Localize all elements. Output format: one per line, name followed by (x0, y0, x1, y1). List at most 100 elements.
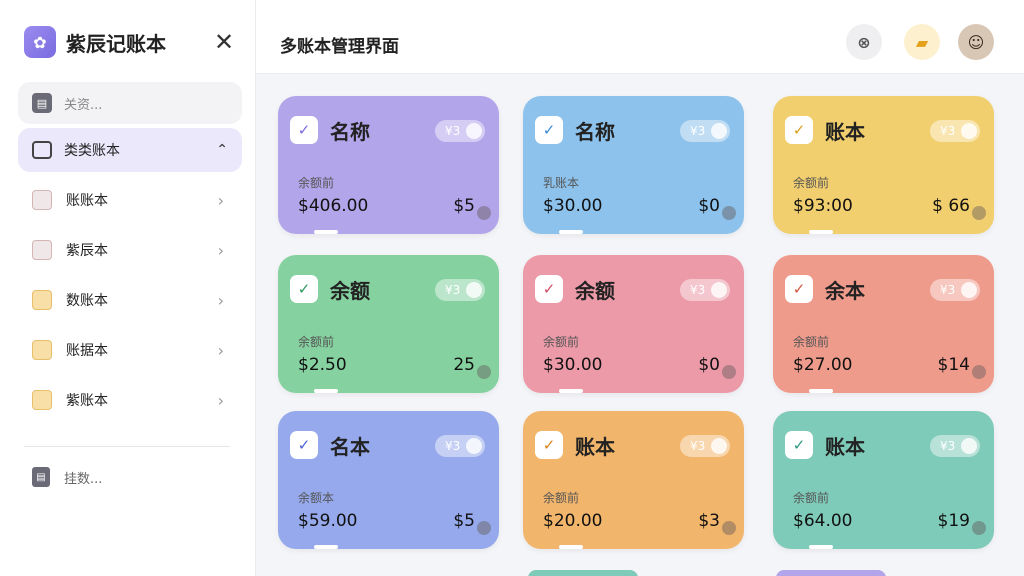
ledger-card[interactable]: ✓ 余额 ¥3 余额前 $30.00 $0 (523, 255, 744, 393)
ledger-card[interactable]: ✓ 名本 ¥3 余额本 $59.00 $5 (278, 411, 499, 549)
card-subtitle: 余额前 (298, 335, 335, 349)
card-indicator (809, 230, 833, 234)
card-toggle[interactable]: ¥3 (680, 435, 730, 457)
card-toggle[interactable]: ¥3 (930, 279, 980, 301)
sidebar-item-label: 紫辰本 (66, 243, 108, 259)
chevron-right-icon: › (217, 340, 224, 360)
card-indicator (809, 389, 833, 393)
nav-group-active[interactable]: 类类账本 ⌃ (18, 128, 242, 172)
card-subtitle: 余额前 (543, 335, 580, 349)
sidebar-item-label: 紫账本 (66, 393, 108, 409)
card-secondary-amount: $19 (937, 511, 970, 531)
ledger-icon (32, 290, 52, 310)
card-toggle[interactable]: ¥3 (435, 120, 485, 142)
ledger-type-icon: ✓ (785, 116, 813, 144)
sidebar-item-label: 账据本 (66, 343, 108, 359)
card-subtitle: 余额前 (793, 176, 830, 190)
card-secondary-amount: $5 (453, 196, 475, 216)
card-toggle[interactable]: ¥3 (680, 120, 730, 142)
card-secondary-amount: $3 (698, 511, 720, 531)
card-balance: $27.00 (793, 355, 853, 375)
card-indicator (314, 545, 338, 549)
ledger-icon (32, 240, 52, 260)
sidebar: ✿ 紫辰记账本 ✕ ▤ 关资... 类类账本 ⌃ 账账本 › 紫辰本 › 数账本… (0, 0, 256, 576)
card-balance: $59.00 (298, 511, 358, 531)
chevron-up-icon: ⌃ (216, 142, 228, 158)
sidebar-item-4[interactable]: 账据本 › (32, 332, 232, 368)
nav-group-label: 类类账本 (64, 143, 120, 159)
card-decoration (722, 521, 736, 535)
card-secondary-amount: $0 (698, 196, 720, 216)
footer-item[interactable]: ▤ 挂数... (32, 464, 102, 490)
document-icon: ▤ (32, 467, 50, 487)
card-title: 名称 (575, 120, 615, 144)
card-indicator (559, 230, 583, 234)
card-subtitle: 余额前 (543, 491, 580, 505)
ledger-card[interactable]: ✓ 余额 ¥3 余额前 $2.50 25 (278, 255, 499, 393)
card-balance: $64.00 (793, 511, 853, 531)
card-decoration (477, 365, 491, 379)
ledger-type-icon: ✓ (535, 275, 563, 303)
ledger-card[interactable]: ✓ 账本 ¥3 余额前 $20.00 $3 (523, 411, 744, 549)
header: 多账本管理界面 ⊗ ▰ ☺ (256, 0, 1024, 74)
card-toggle[interactable]: ¥3 (435, 279, 485, 301)
card-decoration (722, 206, 736, 220)
sidebar-divider (24, 446, 230, 447)
card-subtitle: 余额前 (298, 176, 335, 190)
ledger-card[interactable]: ✓ 名称 ¥3 余额前 $406.00 $5 (278, 96, 499, 234)
search-icon: ▤ (32, 93, 52, 113)
chevron-right-icon: › (217, 290, 224, 310)
card-decoration (972, 521, 986, 535)
chevron-right-icon: › (217, 240, 224, 260)
settings-icon[interactable]: ⊗ (846, 24, 882, 60)
brand-title: 紫辰记账本 (66, 31, 166, 56)
card-subtitle: 余额本 (298, 491, 335, 505)
card-subtitle: 余额前 (793, 491, 830, 505)
app-logo-icon: ✿ (24, 26, 56, 58)
ledger-grid: ✓ 名称 ¥3 余额前 $406.00 $5 ✓ 名称 ¥3 乳账本 $30.00 $0 ✓ 账本 ¥3… (278, 96, 994, 576)
sidebar-item-2[interactable]: 紫辰本 › (32, 232, 232, 268)
card-toggle[interactable]: ¥3 (680, 279, 730, 301)
card-indicator (559, 545, 583, 549)
sidebar-item-1[interactable]: 账账本 › (32, 182, 232, 218)
brand: ✿ 紫辰记账本 ✕ (24, 26, 240, 58)
card-toggle[interactable]: ¥3 (930, 435, 980, 457)
card-secondary-amount: 25 (453, 355, 475, 375)
card-decoration (477, 206, 491, 220)
sidebar-item-label: 数账本 (66, 293, 108, 309)
card-balance: $93:00 (793, 196, 853, 216)
ledger-card[interactable]: ✓ 名称 ¥3 乳账本 $30.00 $0 (523, 96, 744, 234)
ledger-card[interactable]: ✓ 账本 ¥3 余额前 $93:00 $ 66 (773, 96, 994, 234)
partial-card (528, 570, 638, 576)
card-decoration (972, 365, 986, 379)
card-subtitle: 乳账本 (543, 176, 580, 190)
ledger-card[interactable]: ✓ 余本 ¥3 余额前 $27.00 $14 (773, 255, 994, 393)
card-balance: $406.00 (298, 196, 369, 216)
search-box[interactable]: ▤ 关资... (18, 82, 242, 124)
ledger-type-icon: ✓ (785, 431, 813, 459)
card-title: 名本 (330, 435, 370, 459)
sidebar-item-label: 账账本 (66, 193, 108, 209)
sidebar-item-5[interactable]: 紫账本 › (32, 382, 232, 418)
card-indicator (809, 545, 833, 549)
card-toggle[interactable]: ¥3 (435, 435, 485, 457)
ledger-type-icon: ✓ (290, 275, 318, 303)
close-sidebar-button[interactable]: ✕ (208, 26, 240, 58)
card-balance: $30.00 (543, 355, 603, 375)
card-balance: $20.00 (543, 511, 603, 531)
card-title: 余本 (825, 279, 865, 303)
folder-icon[interactable]: ▰ (904, 24, 940, 60)
sidebar-item-3[interactable]: 数账本 › (32, 282, 232, 318)
book-icon (32, 141, 52, 159)
card-toggle[interactable]: ¥3 (930, 120, 980, 142)
partial-card (776, 570, 886, 576)
avatar[interactable]: ☺ (958, 24, 994, 60)
ledger-card[interactable]: ✓ 账本 ¥3 余额前 $64.00 $19 (773, 411, 994, 549)
card-title: 账本 (575, 435, 615, 459)
ledger-type-icon: ✓ (535, 431, 563, 459)
card-title: 余额 (330, 279, 370, 303)
card-title: 名称 (330, 120, 370, 144)
ledger-icon (32, 190, 52, 210)
ledger-type-icon: ✓ (535, 116, 563, 144)
card-secondary-amount: $0 (698, 355, 720, 375)
